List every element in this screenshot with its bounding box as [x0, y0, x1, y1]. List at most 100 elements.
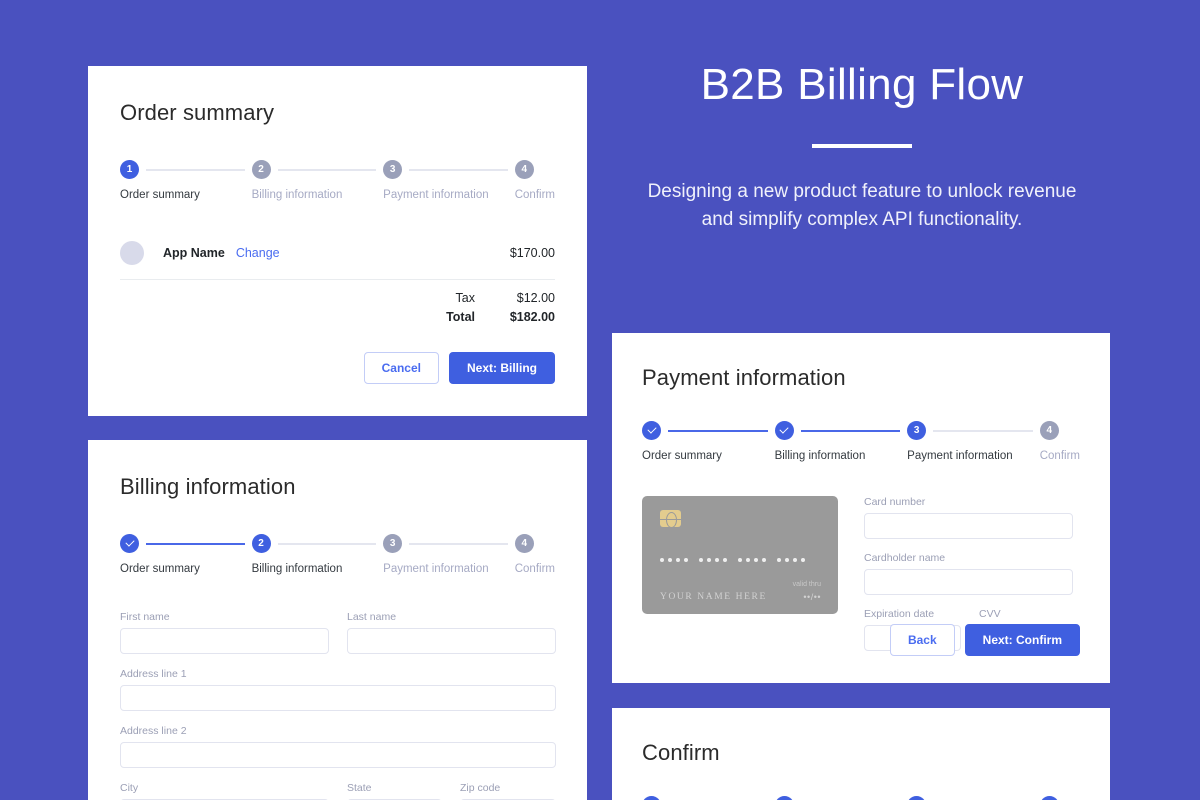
address-line-1-input[interactable] — [120, 685, 556, 711]
last-name-label: Last name — [347, 611, 397, 623]
stepper-confirm: Order summary Billing information Paymen… — [642, 796, 1080, 800]
step-number-4: 4 — [514, 534, 534, 553]
card-chip-icon — [660, 510, 681, 528]
change-link[interactable]: Change — [236, 246, 280, 260]
step-order-summary[interactable]: Order summary — [642, 421, 775, 462]
expiration-date-label: Expiration date — [864, 608, 935, 620]
step-order-summary[interactable]: Order summary — [642, 796, 775, 800]
total-value: $182.00 — [509, 310, 555, 324]
order-summary-card: Order summary 1 Order summary 2 Billing … — [88, 66, 587, 416]
last-name-input[interactable] — [347, 628, 556, 654]
address-line-2-input[interactable] — [120, 742, 556, 768]
field-card-number: Card number — [864, 496, 1073, 539]
stepper-billing: Order summary 2 Billing information 3 Pa… — [120, 534, 555, 575]
card-dot-group — [738, 558, 766, 562]
page-title: Order summary — [120, 100, 275, 125]
step-confirm[interactable]: 4 Confirm — [514, 160, 555, 201]
step-label-2: Billing information — [251, 189, 343, 201]
cancel-button[interactable]: Cancel — [363, 352, 439, 384]
page-title: Billing information — [120, 474, 296, 499]
step-payment-information[interactable]: 3 Payment information — [383, 160, 515, 201]
payment-information-card: Payment information Order summary Billin… — [612, 333, 1110, 683]
form-row-address-1: Address line 1 — [120, 668, 556, 711]
card-valid-thru-value: ••/•• — [803, 592, 821, 602]
item-price: $170.00 — [509, 246, 555, 260]
page-title: Payment information — [642, 365, 846, 390]
card-number-input[interactable] — [864, 513, 1073, 539]
card-dot-group — [660, 558, 688, 562]
order-totals: Tax $12.00 Total $182.00 — [120, 291, 555, 324]
stepper-payment: Order summary Billing information 3 Paym… — [642, 421, 1080, 462]
step-label-2: Billing information — [774, 450, 866, 462]
step-label-3: Payment information — [383, 189, 489, 201]
field-first-name: First name — [120, 611, 329, 654]
step-label-2: Billing information — [251, 563, 343, 575]
step-connector — [146, 543, 245, 545]
hero-subtitle: Designing a new product feature to unloc… — [647, 181, 1077, 230]
step-billing-information[interactable]: 2 Billing information — [251, 160, 384, 201]
step-connector — [933, 430, 1033, 432]
first-name-input[interactable] — [120, 628, 329, 654]
order-summary-content: Order summary 1 Order summary 2 Billing … — [88, 66, 587, 324]
step-label-3: Payment information — [383, 563, 489, 575]
field-address-line-1: Address line 1 — [120, 668, 556, 711]
cvv-label: CVV — [979, 608, 1001, 620]
step-connector — [277, 543, 377, 545]
cardholder-name-input[interactable] — [864, 569, 1073, 595]
hero-divider — [812, 144, 912, 148]
form-row-address-2: Address line 2 — [120, 725, 556, 768]
field-cardholder-name: Cardholder name — [864, 552, 1073, 595]
step-payment-information[interactable]: 3 Payment information — [383, 534, 515, 575]
credit-card-graphic: YOUR NAME HERE valid thru ••/•• — [642, 496, 838, 614]
step-connector — [668, 430, 768, 432]
address-line-1-label: Address line 1 — [120, 668, 187, 680]
next-confirm-button[interactable]: Next: Confirm — [964, 624, 1080, 656]
back-button[interactable]: Back — [889, 624, 955, 656]
check-icon — [120, 534, 139, 553]
next-billing-button[interactable]: Next: Billing — [448, 352, 555, 384]
step-number-4: 4 — [1039, 421, 1059, 440]
app-name-label: App Name — [163, 246, 225, 260]
step-connector — [800, 430, 901, 432]
total-row-tax: Tax $12.00 — [120, 291, 555, 305]
step-confirm[interactable]: 4 Confirm — [514, 534, 555, 575]
card-number-label: Card number — [864, 496, 926, 508]
confirm-card: Confirm Order summary Billing informatio… — [612, 708, 1110, 800]
state-label: State — [347, 782, 372, 794]
step-order-summary[interactable]: Order summary — [120, 534, 252, 575]
form-row-name: First name Last name — [120, 611, 556, 654]
step-confirm[interactable]: 4 Confirm — [1039, 796, 1080, 800]
step-number-2: 2 — [251, 534, 271, 553]
step-confirm[interactable]: 4 Confirm — [1039, 421, 1080, 462]
field-city: City — [120, 782, 329, 800]
step-number-4: 4 — [514, 160, 534, 179]
payment-information-content: Payment information Order summary Billin… — [612, 333, 1110, 664]
step-number-3: 3 — [907, 421, 927, 440]
billing-form: First name Last name Address line 1 Addr… — [120, 611, 556, 800]
step-billing-information[interactable]: Billing information — [774, 796, 908, 800]
order-line-item: App Name Change $170.00 — [120, 241, 555, 280]
total-row-total: Total $182.00 — [120, 310, 555, 324]
page-title: Confirm — [642, 740, 720, 765]
payment-actions: Back Next: Confirm — [889, 624, 1080, 656]
check-icon — [774, 421, 794, 440]
step-payment-information[interactable]: Payment information — [907, 796, 1040, 800]
step-label-1: Order summary — [120, 563, 200, 575]
step-label-1: Order summary — [642, 450, 722, 462]
step-label-4: Confirm — [514, 189, 555, 201]
address-line-2-label: Address line 2 — [120, 725, 187, 737]
billing-information-card: Billing information Order summary 2 Bill… — [88, 440, 587, 800]
step-payment-information[interactable]: 3 Payment information — [907, 421, 1040, 462]
step-billing-information[interactable]: 2 Billing information — [251, 534, 384, 575]
billing-information-content: Billing information Order summary 2 Bill… — [88, 440, 587, 800]
step-label-4: Confirm — [514, 563, 555, 575]
step-connector — [277, 169, 377, 171]
app-avatar-icon — [120, 241, 144, 265]
form-row-cardholder-name: Cardholder name — [864, 552, 1080, 595]
card-dot-group — [699, 558, 727, 562]
step-order-summary[interactable]: 1 Order summary — [120, 160, 252, 201]
field-state: State — [347, 782, 442, 800]
step-number-2: 2 — [251, 160, 271, 179]
step-billing-information[interactable]: Billing information — [774, 421, 908, 462]
step-label-4: Confirm — [1039, 450, 1080, 462]
